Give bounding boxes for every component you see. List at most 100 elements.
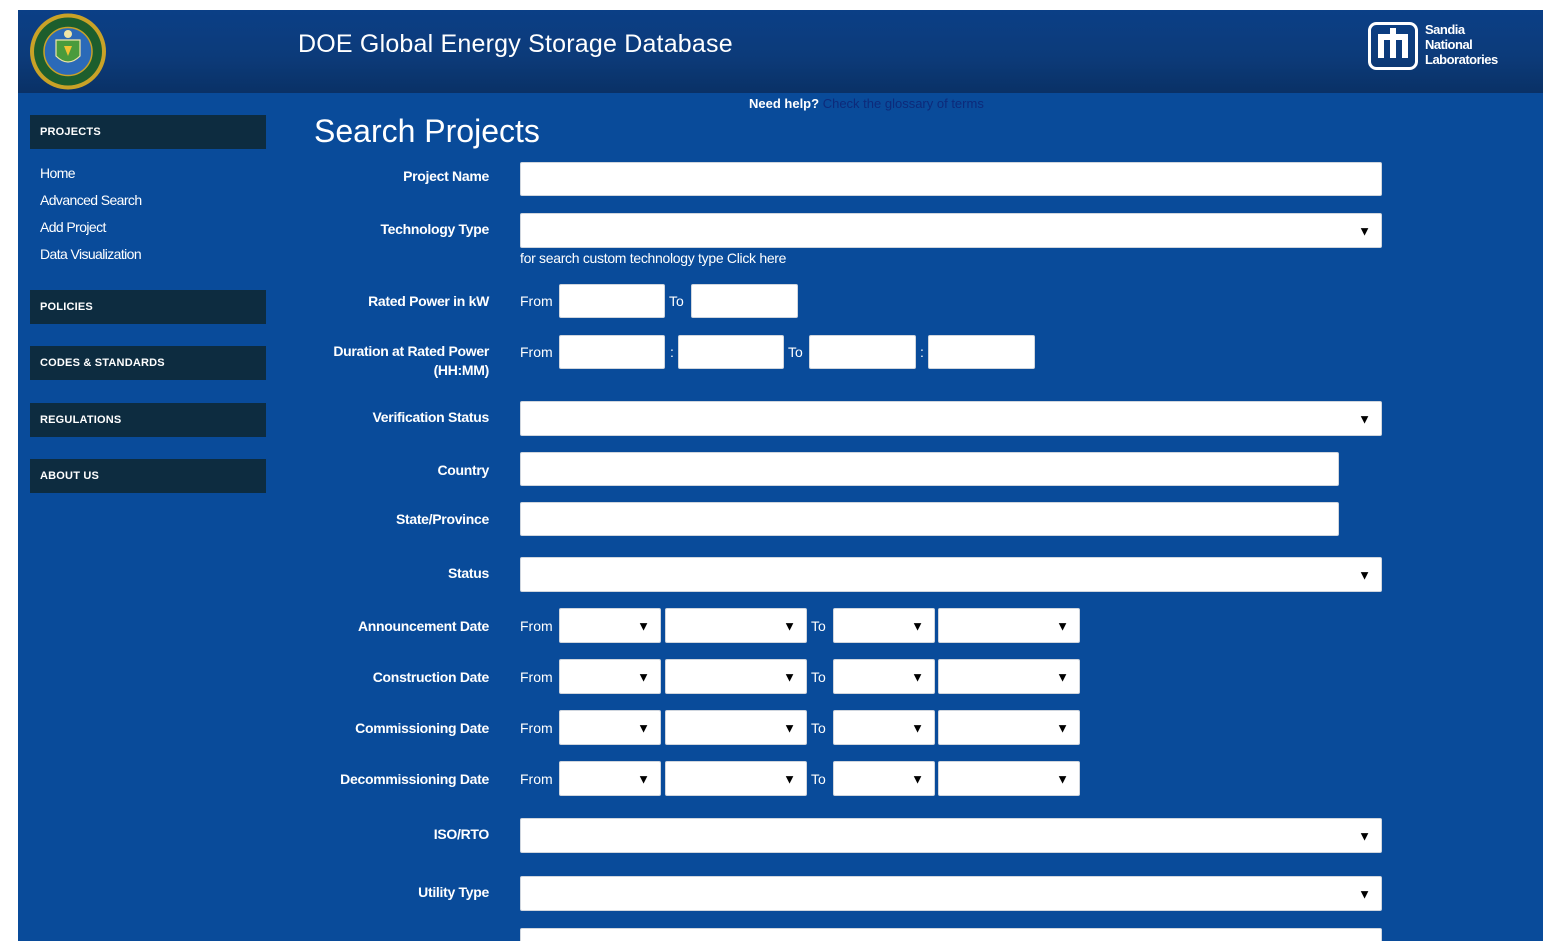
announcement-from-month-select[interactable]: ▼ <box>559 608 661 643</box>
decommissioning-to-month-select[interactable]: ▼ <box>833 761 935 796</box>
dropdown-arrow-icon: ▼ <box>1358 886 1371 901</box>
dropdown-arrow-icon: ▼ <box>911 618 924 633</box>
status-select[interactable]: ▼ <box>520 557 1382 592</box>
dropdown-arrow-icon: ▼ <box>1358 567 1371 582</box>
page-title: Search Projects <box>314 113 540 149</box>
dropdown-arrow-icon: ▼ <box>1056 618 1069 633</box>
verification-status-select[interactable]: ▼ <box>520 401 1382 436</box>
rated-power-to-input[interactable] <box>691 284 798 318</box>
nav-section-codes-standards[interactable]: CODES & STANDARDS <box>30 346 266 380</box>
commissioning-to-month-select[interactable]: ▼ <box>833 710 935 745</box>
glossary-link[interactable]: Check the glossary of terms <box>823 96 984 111</box>
site-title: DOE Global Energy Storage Database <box>298 30 733 58</box>
construction-date-label: Construction Date <box>372 669 490 685</box>
nav-section-projects[interactable]: PROJECTS <box>30 115 266 149</box>
duration-label-line-2: (HH:MM) <box>433 362 490 378</box>
country-input[interactable] <box>520 452 1339 486</box>
sandia-line-2: National <box>1425 37 1473 52</box>
nav-link-add-project[interactable]: Add Project <box>40 219 106 235</box>
dropdown-arrow-icon: ▼ <box>911 771 924 786</box>
nav-section-regulations[interactable]: REGULATIONS <box>30 403 266 437</box>
dropdown-arrow-icon: ▼ <box>637 720 650 735</box>
technology-type-select[interactable]: ▼ <box>520 213 1382 248</box>
country-label: Country <box>437 462 489 478</box>
duration-to-hours-input[interactable] <box>809 335 916 369</box>
utility-type-label: Utility Type <box>418 884 489 900</box>
commissioning-from-month-select[interactable]: ▼ <box>559 710 661 745</box>
dropdown-arrow-icon: ▼ <box>1056 771 1069 786</box>
decommissioning-from-month-select[interactable]: ▼ <box>559 761 661 796</box>
decommissioning-to-label: To <box>811 771 826 787</box>
dropdown-arrow-icon: ▼ <box>1358 223 1371 238</box>
dropdown-arrow-icon: ▼ <box>1056 669 1069 684</box>
construction-to-year-select[interactable]: ▼ <box>938 659 1080 694</box>
construction-from-label: From <box>520 669 553 685</box>
dropdown-arrow-icon: ▼ <box>783 720 796 735</box>
nav-link-data-visualization[interactable]: Data Visualization <box>40 246 142 262</box>
construction-to-label: To <box>811 669 826 685</box>
dropdown-arrow-icon: ▼ <box>1358 411 1371 426</box>
construction-from-year-select[interactable]: ▼ <box>665 659 807 694</box>
duration-to-minutes-input[interactable] <box>928 335 1035 369</box>
project-name-label: Project Name <box>403 168 489 184</box>
duration-from-minutes-input[interactable] <box>678 335 784 369</box>
dropdown-arrow-icon: ▼ <box>1358 828 1371 843</box>
decommissioning-from-label: From <box>520 771 553 787</box>
next-field-input-partial[interactable] <box>520 928 1382 941</box>
dropdown-arrow-icon: ▼ <box>911 720 924 735</box>
sandia-line-1: Sandia <box>1425 22 1465 37</box>
sandia-thunderbird-icon <box>1368 22 1418 70</box>
iso-rto-label: ISO/RTO <box>433 826 490 842</box>
duration-label-line-1: Duration at Rated Power <box>333 343 489 359</box>
commissioning-to-label: To <box>811 720 826 736</box>
duration-to-label: To <box>788 344 803 360</box>
dropdown-arrow-icon: ▼ <box>637 618 650 633</box>
site-header: DOE Global Energy Storage Database Sandi… <box>18 10 1543 93</box>
rated-power-label: Rated Power in kW <box>368 293 489 309</box>
dropdown-arrow-icon: ▼ <box>1056 720 1069 735</box>
rated-power-to-label: To <box>669 293 684 309</box>
commissioning-from-year-select[interactable]: ▼ <box>665 710 807 745</box>
sandia-wordmark: Sandia National Laboratories <box>1425 22 1498 67</box>
announcement-to-year-select[interactable]: ▼ <box>938 608 1080 643</box>
dropdown-arrow-icon: ▼ <box>911 669 924 684</box>
project-name-input[interactable] <box>520 162 1382 196</box>
announcement-from-label: From <box>520 618 553 634</box>
announcement-to-label: To <box>811 618 826 634</box>
state-province-input[interactable] <box>520 502 1339 536</box>
decommissioning-from-year-select[interactable]: ▼ <box>665 761 807 796</box>
commissioning-to-year-select[interactable]: ▼ <box>938 710 1080 745</box>
announcement-date-label: Announcement Date <box>357 618 489 634</box>
duration-from-label: From <box>520 344 553 360</box>
utility-type-select[interactable]: ▼ <box>520 876 1382 911</box>
nav-section-policies[interactable]: POLICIES <box>30 290 266 324</box>
rated-power-from-label: From <box>520 293 553 309</box>
duration-to-separator: : <box>920 344 924 360</box>
verification-status-label: Verification Status <box>372 409 490 425</box>
announcement-to-month-select[interactable]: ▼ <box>833 608 935 643</box>
nav-section-about-us[interactable]: ABOUT US <box>30 459 266 493</box>
custom-technology-hint[interactable]: for search custom technology type Click … <box>520 250 786 266</box>
dropdown-arrow-icon: ▼ <box>637 669 650 684</box>
help-label: Need help? <box>749 96 820 111</box>
nav-link-home[interactable]: Home <box>40 165 76 181</box>
dropdown-arrow-icon: ▼ <box>783 771 796 786</box>
page-frame: DOE Global Energy Storage Database Sandi… <box>18 10 1543 941</box>
nav-link-advanced-search[interactable]: Advanced Search <box>40 192 142 208</box>
construction-to-month-select[interactable]: ▼ <box>833 659 935 694</box>
status-label: Status <box>448 565 489 581</box>
commissioning-from-label: From <box>520 720 553 736</box>
decommissioning-date-label: Decommissioning Date <box>340 771 489 787</box>
construction-from-month-select[interactable]: ▼ <box>559 659 661 694</box>
commissioning-date-label: Commissioning Date <box>355 720 489 736</box>
help-bar: Need help? Check the glossary of terms <box>749 96 984 111</box>
announcement-from-year-select[interactable]: ▼ <box>665 608 807 643</box>
dropdown-arrow-icon: ▼ <box>783 669 796 684</box>
iso-rto-select[interactable]: ▼ <box>520 818 1382 853</box>
doe-seal-icon <box>30 13 106 90</box>
rated-power-from-input[interactable] <box>559 284 665 318</box>
decommissioning-to-year-select[interactable]: ▼ <box>938 761 1080 796</box>
duration-from-hours-input[interactable] <box>559 335 665 369</box>
sandia-line-3: Laboratories <box>1425 52 1498 67</box>
technology-type-label: Technology Type <box>380 221 489 237</box>
